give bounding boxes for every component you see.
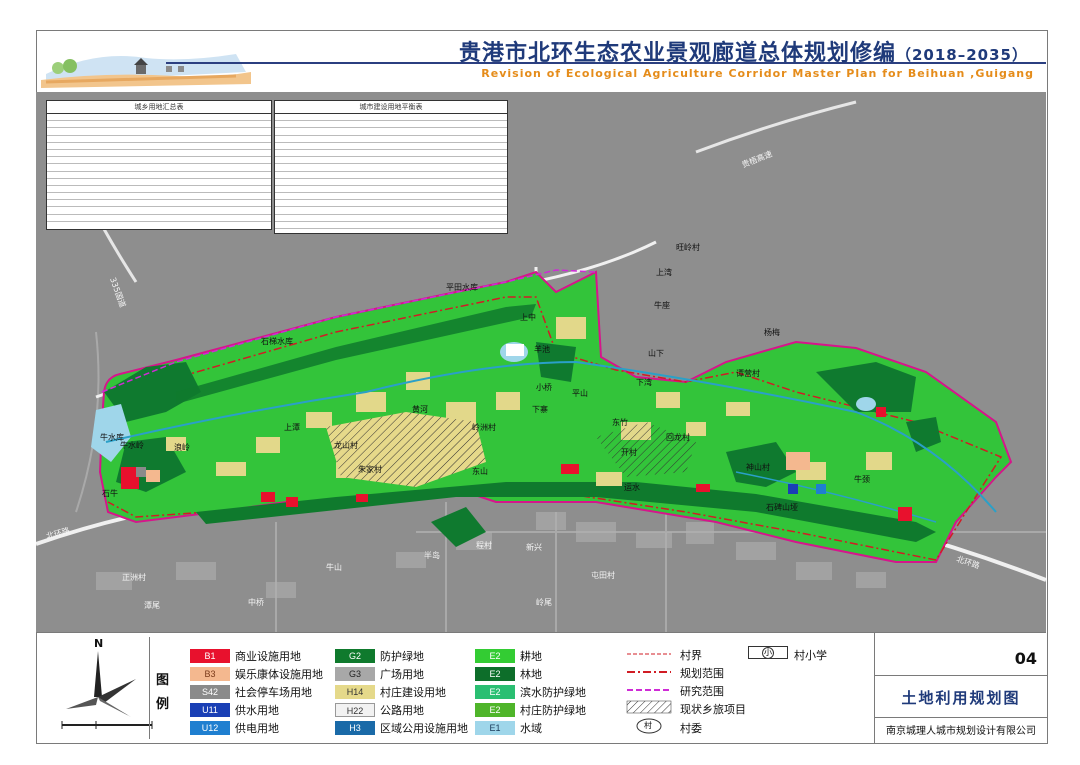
label-shangzhong: 上中: [520, 313, 536, 322]
legend-label-b1: 商业设施用地: [235, 650, 301, 663]
label-zhengzhou-village: 正洲村: [122, 573, 146, 582]
legend-swatch-h3: H3: [335, 721, 375, 735]
legend-label-forest: 林地: [520, 668, 542, 681]
legend-label-farmland: 耕地: [520, 650, 542, 663]
legend-swatch-g2: G2: [335, 649, 375, 663]
label-shangwan: 上湾: [656, 268, 672, 277]
village-committee-symbol: 村: [644, 721, 652, 730]
label-tudian: 屯田村: [591, 571, 615, 580]
label-tanwei: 潭尾: [144, 601, 160, 610]
label-xiazhai: 下寨: [532, 405, 548, 414]
label-niujing: 牛颈: [854, 475, 870, 484]
legend-label-g2: 防护绿地: [380, 650, 424, 663]
legend-swatch-s42: S42: [190, 685, 230, 699]
village-school-icon: 小: [748, 646, 788, 659]
label-bandao: 半岛: [424, 551, 440, 560]
label-huanghe: 黄河: [412, 405, 428, 414]
label-langling: 浪岭: [174, 443, 190, 452]
map-title-text: 贵港市北环生态农业景观廊道总体规划修编: [458, 41, 896, 66]
label-niushan: 牛山: [326, 563, 342, 572]
label-pingtian-reservoir: 平田水库: [446, 283, 478, 292]
legend-panel: N 图例 B1 商业设施用地 B3 娱乐康体设施用地 S42 社会停车场用地 U…: [36, 632, 1047, 743]
legend-swatch-h14: H14: [335, 685, 375, 699]
label-lingwei: 岭尾: [536, 598, 552, 607]
label-dongshan: 东山: [472, 467, 488, 476]
legend-swatch-u11: U11: [190, 703, 230, 717]
legend-label-s42: 社会停车场用地: [235, 686, 312, 699]
label-huilong-village: 回龙村: [666, 433, 690, 442]
label-tanying: 谭营村: [736, 369, 760, 378]
legend-swatch-b3: B3: [190, 667, 230, 681]
legend-swatch-h22: H22: [335, 703, 375, 717]
label-zhujia-village: 朱家村: [358, 465, 382, 474]
legend-label-waterfront-green: 滨水防护绿地: [520, 686, 586, 699]
label-dongzhu: 东竹: [612, 418, 628, 427]
label-yangchi: 羊池: [534, 345, 550, 354]
land-use-summary-table-title: 城乡用地汇总表: [47, 101, 271, 114]
title-block: 04 土地利用规划图 南京城理人城市规划设计有限公司: [874, 633, 1047, 743]
label-niushuiling: 牛水岭: [120, 441, 144, 450]
legend-label-village-school: 村小学: [794, 649, 827, 662]
legend-label-b3: 娱乐康体设施用地: [235, 668, 323, 681]
label-xiawan: 下湾: [636, 378, 652, 387]
legend-label-village-green: 村庄防护绿地: [520, 704, 586, 717]
legend-swatch-e2-farmland: E2: [475, 649, 515, 663]
map-title: 贵港市北环生态农业景观廊道总体规划修编（2018–2035）: [459, 35, 1028, 67]
legend-label-h22: 公路用地: [380, 704, 424, 717]
label-xiaoqiao: 小桥: [536, 383, 552, 392]
construction-land-balance-table-title: 城市建设用地平衡表: [275, 101, 507, 114]
sheet-number: 04: [1014, 649, 1037, 668]
legend-label-u12: 供电用地: [235, 722, 279, 735]
label-kaicun: 开村: [621, 448, 637, 457]
legend-title: 图例: [156, 673, 170, 712]
legend-swatch-e2-forest: E2: [475, 667, 515, 681]
construction-land-balance-table: 城市建设用地平衡表: [274, 100, 508, 234]
legend-label-existing-tourism: 现状乡旅项目: [680, 703, 746, 716]
header: 贵港市北环生态农业景观廊道总体规划修编（2018–2035） Revision …: [36, 30, 1046, 92]
legend-label-h14: 村庄建设用地: [380, 686, 446, 699]
label-cheng-village: 程村: [476, 541, 492, 550]
label-shanxia: 山下: [648, 349, 664, 358]
map-title-years: （2018–2035）: [896, 46, 1028, 64]
legend-swatch-b1: B1: [190, 649, 230, 663]
label-shenshan-village: 神山村: [746, 463, 770, 472]
legend-label-planning-boundary: 规划范围: [680, 667, 724, 680]
legend-label-water: 水域: [520, 722, 542, 735]
legend-swatch-e1: E1: [475, 721, 515, 735]
legend-label-research-boundary: 研究范围: [680, 685, 724, 698]
compass-north-label: N: [94, 637, 104, 650]
label-longshan-village: 龙山村: [334, 441, 358, 450]
sheet-name: 土地利用规划图: [901, 689, 1021, 707]
legend-swatch-e2-waterfront: E2: [475, 685, 515, 699]
land-use-summary-table: 城乡用地汇总表: [46, 100, 272, 230]
label-yangmei: 杨梅: [764, 328, 780, 337]
village-school-symbol: 小: [762, 647, 774, 659]
label-xinxing: 新兴: [526, 543, 542, 552]
label-wangling-village: 旺岭村: [676, 243, 700, 252]
legend-label-g3: 广场用地: [380, 668, 424, 681]
label-lingzhou-village: 岭洲村: [472, 423, 496, 432]
label-pingshan: 平山: [572, 389, 588, 398]
legend-label-h3: 区域公用设施用地: [380, 722, 468, 735]
legend-label-u11: 供水用地: [235, 704, 279, 717]
label-zhongqiao: 中桥: [248, 598, 264, 607]
label-sheshui-point: 石碑山垭: [766, 503, 798, 512]
label-niuzuo: 牛座: [654, 301, 670, 310]
map-title-english: Revision of Ecological Agriculture Corri…: [481, 67, 1034, 80]
legend-label-village-boundary: 村界: [680, 649, 702, 662]
legend-swatch-u12: U12: [190, 721, 230, 735]
legend-swatch-g3: G3: [335, 667, 375, 681]
label-shiniu: 石牛: [102, 489, 118, 498]
header-landscape-illustration: [41, 54, 251, 88]
label-shiti-reservoir: 石梯水库: [261, 337, 293, 346]
label-shangtan: 上潭: [284, 423, 300, 432]
map-area[interactable]: 城乡用地汇总表 城市建设用地平衡表 335国道 贵梧高速 北环路 北环路 平田水…: [36, 92, 1046, 632]
company-name: 南京城理人城市规划设计有限公司: [886, 726, 1036, 737]
label-yunshui: 运水: [624, 483, 640, 492]
legend-label-village-committee: 村委: [680, 722, 702, 735]
legend-swatch-e2-village-green: E2: [475, 703, 515, 717]
